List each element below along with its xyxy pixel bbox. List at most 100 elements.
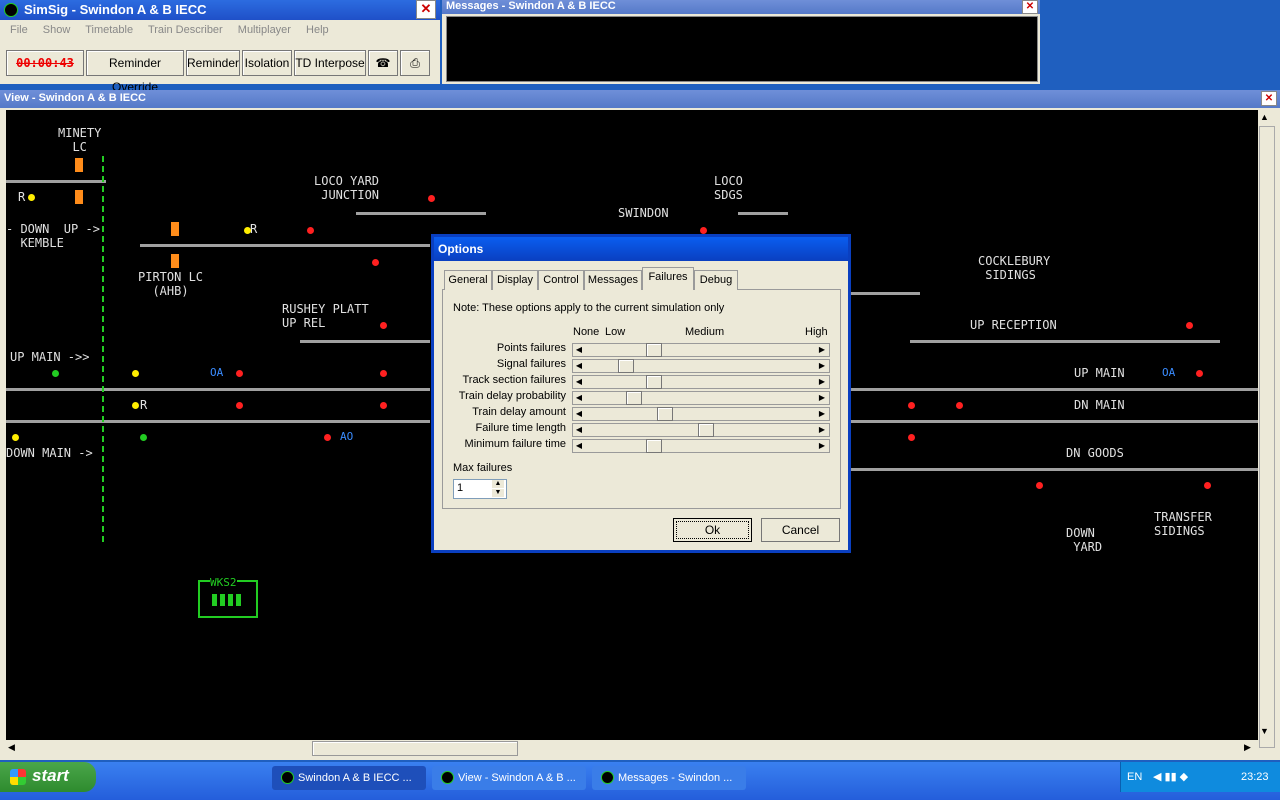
slider-left-icon[interactable]: ◀ [573,344,585,356]
scroll-down-icon[interactable]: ▼ [1260,726,1269,736]
signal-red[interactable] [236,370,243,377]
signal-red[interactable] [307,227,314,234]
spin-up-icon[interactable]: ▲ [492,480,504,488]
track-segment[interactable] [850,292,920,295]
messages-titlebar[interactable]: Messages - Swindon A & B IECC [442,0,1040,14]
main-close-icon[interactable]: ✕ [416,0,436,19]
failure-slider[interactable]: ◀ ▶ [572,439,830,453]
slider-right-icon[interactable]: ▶ [816,376,828,388]
failure-slider[interactable]: ◀ ▶ [572,391,830,405]
slider-thumb[interactable] [618,359,634,373]
track-segment[interactable] [6,420,430,423]
slider-left-icon[interactable]: ◀ [573,392,585,404]
signal-red[interactable] [428,195,435,202]
track-segment[interactable] [6,180,106,183]
signal-red[interactable] [236,402,243,409]
taskbar-item-main[interactable]: Swindon A & B IECC ... [272,766,426,790]
track-segment[interactable] [6,388,430,391]
isolation-button[interactable]: Isolation [242,50,292,76]
view-titlebar[interactable]: View - Swindon A & B IECC [0,90,1280,108]
slider-right-icon[interactable]: ▶ [816,360,828,372]
telephone-icon[interactable]: ☎ [368,50,398,76]
messages-close-icon[interactable]: ✕ [1022,0,1038,14]
signal-yellow[interactable] [244,227,251,234]
slider-left-icon[interactable]: ◀ [573,408,585,420]
slider-thumb[interactable] [646,439,662,453]
track-segment[interactable] [850,420,1258,423]
menu-timetable[interactable]: Timetable [85,24,133,36]
signal-yellow[interactable] [12,434,19,441]
slider-right-icon[interactable]: ▶ [816,392,828,404]
signal-red[interactable] [380,402,387,409]
view-horizontal-scrollbar[interactable]: ◀ ▶ [6,740,1258,756]
view-close-icon[interactable]: ✕ [1261,91,1277,106]
scroll-up-icon[interactable]: ▲ [1260,112,1269,122]
slider-thumb[interactable] [698,423,714,437]
tab-display[interactable]: Display [492,270,538,290]
main-titlebar[interactable]: SimSig - Swindon A & B IECC [0,0,440,20]
signal-red[interactable] [908,402,915,409]
slider-left-icon[interactable]: ◀ [573,360,585,372]
slider-right-icon[interactable]: ▶ [816,440,828,452]
slider-thumb[interactable] [646,375,662,389]
scroll-left-icon[interactable]: ◀ [8,742,15,753]
signal-red[interactable] [380,322,387,329]
tab-control[interactable]: Control [538,270,584,290]
wks2-panel[interactable]: WKS2 [198,576,258,618]
failure-slider[interactable]: ◀ ▶ [572,343,830,357]
tray-icons[interactable]: ◀ ▮▮ ◆ [1153,770,1188,783]
signal-red[interactable] [1196,370,1203,377]
signal-red[interactable] [956,402,963,409]
failure-slider[interactable]: ◀ ▶ [572,359,830,373]
signal-red[interactable] [1204,482,1211,489]
failure-slider[interactable]: ◀ ▶ [572,423,830,437]
spin-down-icon[interactable]: ▼ [492,489,504,497]
signal-green[interactable] [140,434,147,441]
track-segment[interactable] [140,244,430,247]
signal-green[interactable] [52,370,59,377]
signal-yellow[interactable] [132,402,139,409]
signal-yellow[interactable] [132,370,139,377]
slider-right-icon[interactable]: ▶ [816,424,828,436]
slider-thumb[interactable] [626,391,642,405]
menu-train-describer[interactable]: Train Describer [148,24,223,36]
tab-debug[interactable]: Debug [694,270,738,290]
menu-multiplayer[interactable]: Multiplayer [238,24,291,36]
scroll-thumb-vertical[interactable] [1259,126,1275,748]
signal-red[interactable] [1036,482,1043,489]
slider-left-icon[interactable]: ◀ [573,424,585,436]
language-indicator[interactable]: EN [1127,771,1142,783]
view-vertical-scrollbar[interactable]: ▲ ▼ [1258,110,1275,748]
tab-failures[interactable]: Failures [642,267,694,290]
track-segment[interactable] [850,388,1258,391]
signal-red[interactable] [372,259,379,266]
cancel-button[interactable]: Cancel [761,518,840,542]
slider-right-icon[interactable]: ▶ [816,344,828,356]
ok-button[interactable]: Ok [673,518,752,542]
track-segment[interactable] [850,468,1258,471]
max-failures-value[interactable]: 1 [457,482,463,494]
track-segment[interactable] [300,340,430,343]
failure-slider[interactable]: ◀ ▶ [572,407,830,421]
max-failures-spinner[interactable]: 1 ▲ ▼ [453,479,507,499]
track-segment[interactable] [910,340,1220,343]
reminder-override-button[interactable]: Reminder Override [86,50,184,94]
reminder-button[interactable]: Reminder [186,50,240,76]
slider-thumb[interactable] [657,407,673,421]
signal-yellow[interactable] [28,194,35,201]
taskbar-item-messages[interactable]: Messages - Swindon ... [592,766,746,790]
failure-slider[interactable]: ◀ ▶ [572,375,830,389]
start-button[interactable]: start [0,762,96,792]
menu-show[interactable]: Show [43,24,71,36]
clock-display[interactable]: 00:00:43 [6,50,84,76]
slider-right-icon[interactable]: ▶ [816,408,828,420]
scroll-right-icon[interactable]: ▶ [1244,742,1251,753]
signal-red[interactable] [1186,322,1193,329]
track-segment[interactable] [738,212,788,215]
slider-left-icon[interactable]: ◀ [573,440,585,452]
signal-red[interactable] [380,370,387,377]
menu-file[interactable]: File [10,24,28,36]
signal-red[interactable] [324,434,331,441]
tab-messages[interactable]: Messages [584,270,642,290]
options-titlebar[interactable]: Options [434,237,848,261]
